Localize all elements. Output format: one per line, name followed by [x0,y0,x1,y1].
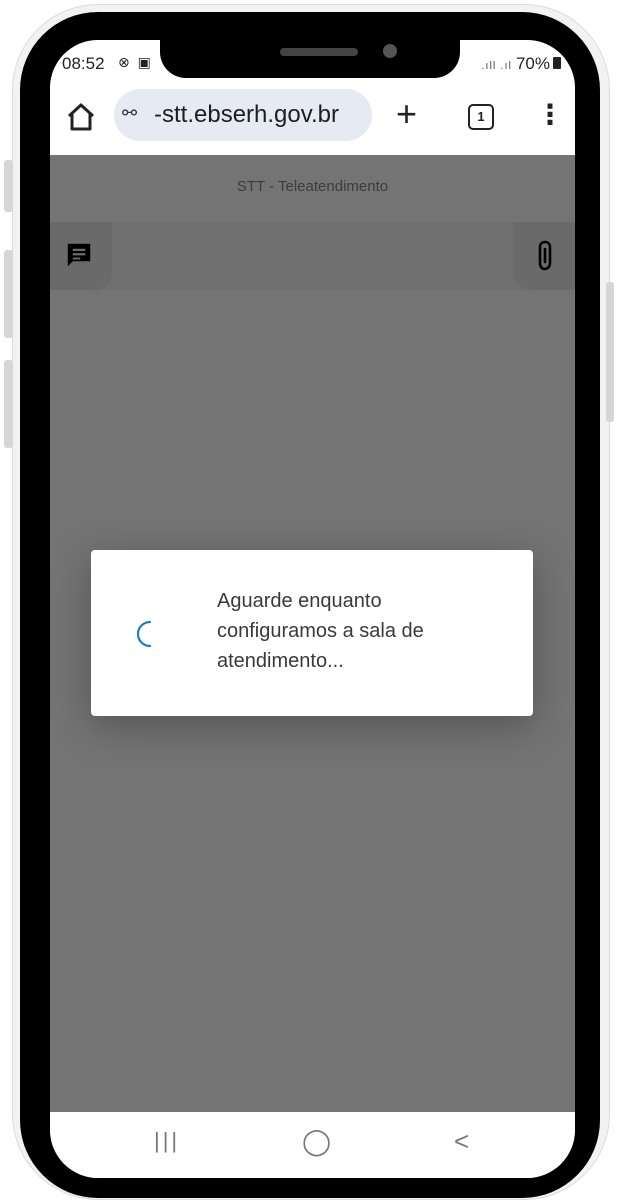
notification-icons: ⊗ ▣ [118,54,153,70]
address-bar[interactable]: ⚯ -stt.ebserh.gov.br [114,89,372,141]
loading-message: Aguarde enquanto configuramos a sala de … [217,590,424,672]
loading-spinner-icon [136,620,152,648]
status-time: 08:52 [62,54,105,73]
attach-file-button[interactable] [513,222,575,290]
battery-level: 70% [515,54,550,73]
signal-icon: .ıll .ıl [481,60,512,72]
loading-dialog: Aguarde enquanto configuramos a sala de … [91,550,533,716]
browser-menu-icon[interactable]: ⋮ [536,98,564,132]
chat-header-strip [50,222,575,290]
tab-switcher-button[interactable]: 1 [468,104,494,130]
home-nav-button[interactable]: ◯ [302,1126,331,1157]
device-volume-up-button [4,250,13,338]
system-navigation-bar: ||| ◯ < [50,1112,575,1178]
recent-apps-button[interactable]: ||| [154,1128,180,1154]
camera-notch [160,40,460,78]
battery-icon [553,57,561,69]
back-button[interactable]: < [454,1126,469,1157]
home-icon[interactable] [64,100,98,134]
device-volume-down-button [4,360,13,448]
device-power-button [606,282,614,422]
status-right: .ıll .ıl 70% [481,54,561,74]
paperclip-icon [538,240,552,271]
new-tab-button[interactable]: + [396,92,417,136]
chat-icon [67,243,91,267]
front-camera [383,44,397,58]
chat-toggle-button[interactable] [50,222,112,290]
url-text[interactable]: -stt.ebserh.gov.br [154,101,339,129]
site-settings-icon[interactable]: ⚯ [122,103,137,124]
browser-toolbar: 08:52 ⊗ ▣ .ıll .ıl 70% ⚯ -stt.ebserh.gov.… [50,40,575,155]
phone-screen: 08:52 ⊗ ▣ .ıll .ıl 70% ⚯ -stt.ebserh.gov.… [50,40,575,1178]
device-side-button [4,160,13,212]
page-title: STT - Teleatendimento [236,178,389,195]
earpiece-speaker [280,48,358,56]
